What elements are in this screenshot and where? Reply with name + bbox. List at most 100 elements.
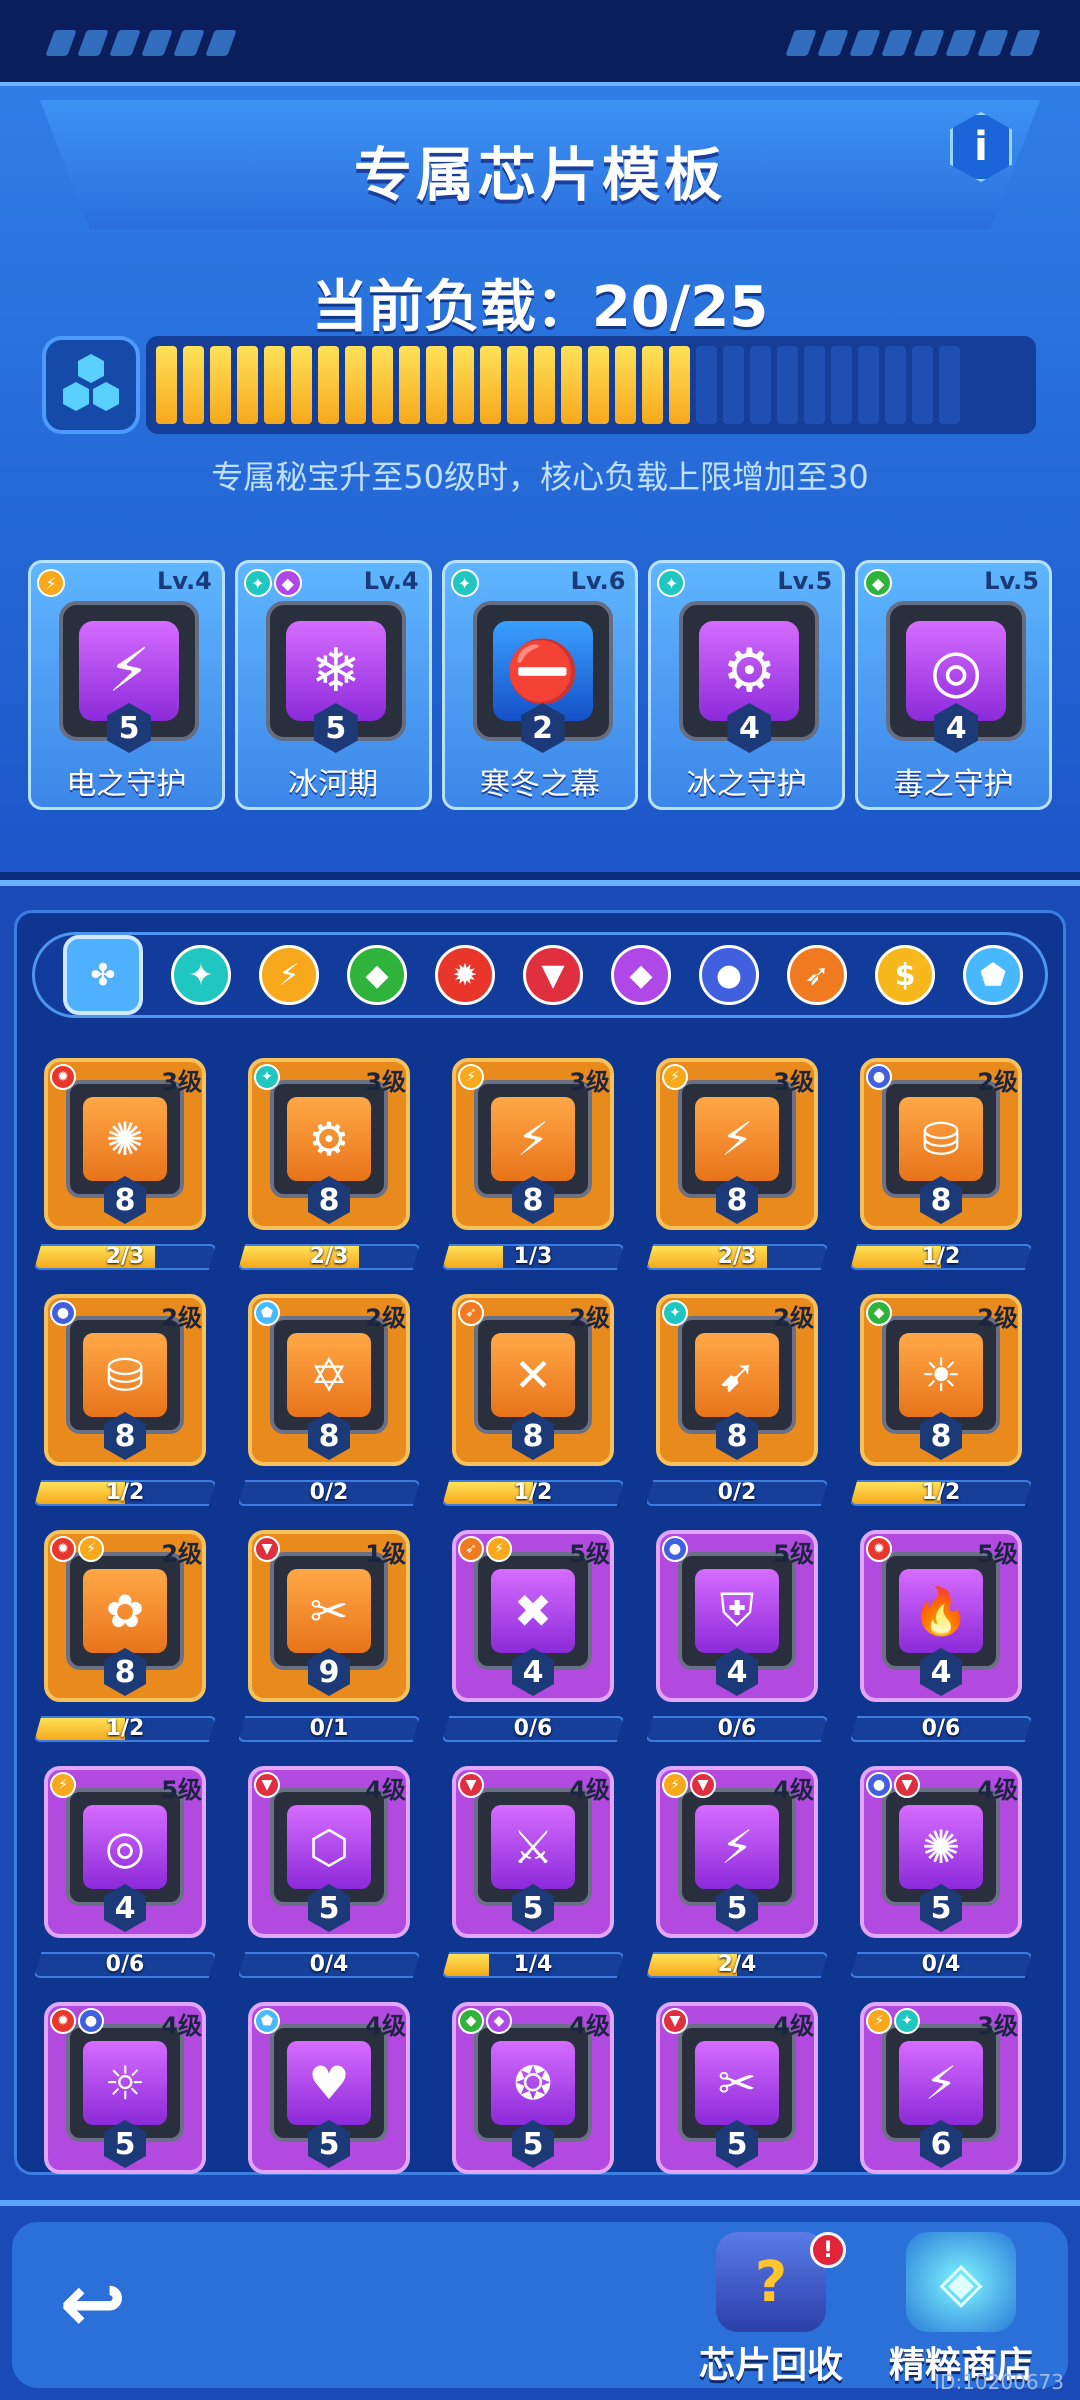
load-segment	[210, 346, 231, 424]
chip-tags: ⚡ ✦	[866, 2008, 920, 2034]
chip-symbol-icon: ✿	[83, 1569, 167, 1653]
crystal-cube-icon: ◈	[906, 2232, 1016, 2332]
chip-tags: ⚡	[37, 569, 65, 597]
filter-all-icon[interactable]: ✤	[63, 935, 143, 1015]
chip-level: 2级	[161, 1540, 202, 1568]
filter-bullet-icon[interactable]: ➶	[787, 945, 847, 1005]
chip-level: 3级	[161, 1068, 202, 1096]
chip-symbol-icon: ✺	[899, 1805, 983, 1889]
load-segment	[912, 346, 933, 424]
load-segment	[642, 346, 663, 424]
back-button[interactable]: ↩	[38, 2257, 148, 2350]
chip-progress-text: 0/6	[513, 1716, 553, 1741]
chip-card[interactable]: ✖ ➶ ⚡ 5级 4 0/6	[438, 1530, 628, 1742]
chip-symbol-icon: ✡	[287, 1333, 371, 1417]
element-tag-icon: ▼	[662, 2008, 688, 2034]
chip-name: 寒冬之幕	[479, 767, 600, 802]
filter-blood-icon[interactable]: ▼	[523, 945, 583, 1005]
filter-bomb-icon[interactable]: ●	[699, 945, 759, 1005]
chip-card[interactable]: ⚡ ⚡ ✦ 3级 6	[846, 2002, 1036, 2212]
chip-card[interactable]: ✺ ✹ 3级 8 2/3	[30, 1058, 220, 1270]
load-segment	[831, 346, 852, 424]
chip-card[interactable]: ⚔ ▼ 4级 5 1/4	[438, 1766, 628, 1978]
chip-level: Lv.6	[570, 567, 626, 595]
chip-card[interactable]: ✕ ➶ 2级 8 1/2	[438, 1294, 628, 1506]
load-segment	[507, 346, 528, 424]
filter-ice-icon[interactable]: ✦	[171, 945, 231, 1005]
chip-card[interactable]: ✂ ▼ 4级 5	[642, 2002, 832, 2212]
chip-progress-text: 0/2	[717, 1480, 757, 1505]
chip-progress-text: 0/4	[921, 1952, 961, 1977]
load-segment	[264, 346, 285, 424]
chip-symbol-icon: ⛁	[83, 1333, 167, 1417]
chip-level: 2级	[773, 1304, 814, 1332]
filter-coin-icon[interactable]: $	[875, 945, 935, 1005]
filter-arcane-icon[interactable]: ◆	[611, 945, 671, 1005]
chip-card[interactable]: ✂ ▼ 1级 9 0/1	[234, 1530, 424, 1742]
chip-card[interactable]: ☀ ◆ 2级 8 1/2	[846, 1294, 1036, 1506]
chip-progress-bar: 0/2	[646, 1480, 828, 1506]
equipped-chip[interactable]: ◆ Lv.5 ◎ 4 毒之守护	[855, 560, 1052, 810]
equipped-chip[interactable]: ⚡ Lv.4 ⚡ 5 电之守护	[28, 560, 225, 810]
chip-level: Lv.4	[157, 567, 212, 595]
chip-card[interactable]: ⚡ ⚡ ▼ 4级 5 2/4	[642, 1766, 832, 1978]
chip-card[interactable]: ⛁ ● 2级 8 1/2	[846, 1058, 1036, 1270]
chip-card[interactable]: ✡ ⬟ 2级 8 0/2	[234, 1294, 424, 1506]
filter-electric-icon[interactable]: ⚡	[259, 945, 319, 1005]
chip-level: 4级	[977, 1776, 1018, 1804]
chip-tags: ●	[50, 1300, 76, 1326]
chip-level: 1级	[365, 1540, 406, 1568]
chip-card[interactable]: 🔥 ✹ 5级 4 0/6	[846, 1530, 1036, 1742]
chip-progress-text: 2/3	[309, 1244, 349, 1269]
filter-fire-icon[interactable]: ✹	[435, 945, 495, 1005]
chip-card[interactable]: ⬡ ▼ 4级 5 0/4	[234, 1766, 424, 1978]
element-tag-icon: ✹	[50, 1064, 76, 1090]
chip-level: 2级	[365, 1304, 406, 1332]
chip-card[interactable]: ◎ ⚡ 5级 4 0/6	[30, 1766, 220, 1978]
chip-card[interactable]: ⚡ ⚡ 3级 8 2/3	[642, 1058, 832, 1270]
chip-card[interactable]: ❂ ◆ ◆ 4级 5	[438, 2002, 628, 2212]
chip-progress-bar: 1/2	[850, 1244, 1032, 1270]
chip-card[interactable]: ⚡ ⚡ 3级 8 1/3	[438, 1058, 628, 1270]
equipped-chip[interactable]: ✦ Lv.6 ⛔ 2 寒冬之幕	[441, 560, 639, 810]
chip-progress-bar: 0/6	[442, 1716, 624, 1742]
chip-level: Lv.5	[984, 567, 1039, 595]
chip-card[interactable]: ⛨ ● 5级 4 0/6	[642, 1530, 832, 1742]
load-segment	[291, 346, 312, 424]
chip-recycle-label: 芯片回收	[698, 2345, 843, 2386]
chip-symbol-icon: ➹	[695, 1333, 779, 1417]
chip-tags: ✹	[866, 1536, 892, 1562]
chip-card[interactable]: ♥ ⬟ 4级 5	[234, 2002, 424, 2212]
chip-symbol-icon: ✂	[695, 2041, 779, 2125]
chip-tags: ●	[866, 1064, 892, 1090]
element-tag-icon: ●	[662, 1536, 688, 1562]
chip-progress-text: 0/1	[309, 1716, 349, 1741]
load-segment	[318, 346, 339, 424]
chip-symbol-icon: ◎	[83, 1805, 167, 1889]
chip-symbol-icon: 🔥	[899, 1569, 983, 1653]
equipped-chip[interactable]: ✦ Lv.5 ⚙ 4 冰之守护	[648, 560, 846, 810]
equipped-chip[interactable]: ✦ ◆ Lv.4 ❄ 5 冰河期	[234, 560, 432, 810]
chip-card[interactable]: ➹ ✦ 2级 8 0/2	[642, 1294, 832, 1506]
chip-level: 2级	[161, 1304, 202, 1332]
chip-card[interactable]: ⛁ ● 2级 8 1/2	[30, 1294, 220, 1506]
essence-shop-button[interactable]: ◈ 精粹商店	[876, 2232, 1046, 2392]
filter-shield-icon[interactable]: ⬟	[963, 945, 1023, 1005]
chip-card[interactable]: ✿ ✹ ⚡ 2级 8 1/2	[30, 1530, 220, 1742]
chip-progress-bar: 0/6	[34, 1952, 216, 1978]
chip-card[interactable]: ☼ ✹ ● 4级 5	[30, 2002, 220, 2212]
load-segment	[696, 346, 717, 424]
chip-recycle-button[interactable]: ? ! 芯片回收	[686, 2232, 856, 2392]
chip-card[interactable]: ⚙ ✦ 3级 8 2/3	[234, 1058, 424, 1270]
chip-card[interactable]: ✺ ● ▼ 4级 5 0/4	[846, 1766, 1036, 1978]
filter-poison-icon[interactable]: ◆	[347, 945, 407, 1005]
chip-tags: ➶	[458, 1300, 484, 1326]
chip-tags: ▼	[458, 1772, 484, 1798]
element-tag-icon: ⚡	[458, 1064, 484, 1090]
chip-symbol-icon: ⚔	[491, 1805, 575, 1889]
element-tag-icon: ✦	[662, 1300, 688, 1326]
element-tag-icon: ✹	[50, 2008, 76, 2034]
chip-level: 3级	[569, 1068, 610, 1096]
chip-level: Lv.4	[363, 567, 419, 595]
user-id: ID:10200673	[934, 2370, 1064, 2394]
